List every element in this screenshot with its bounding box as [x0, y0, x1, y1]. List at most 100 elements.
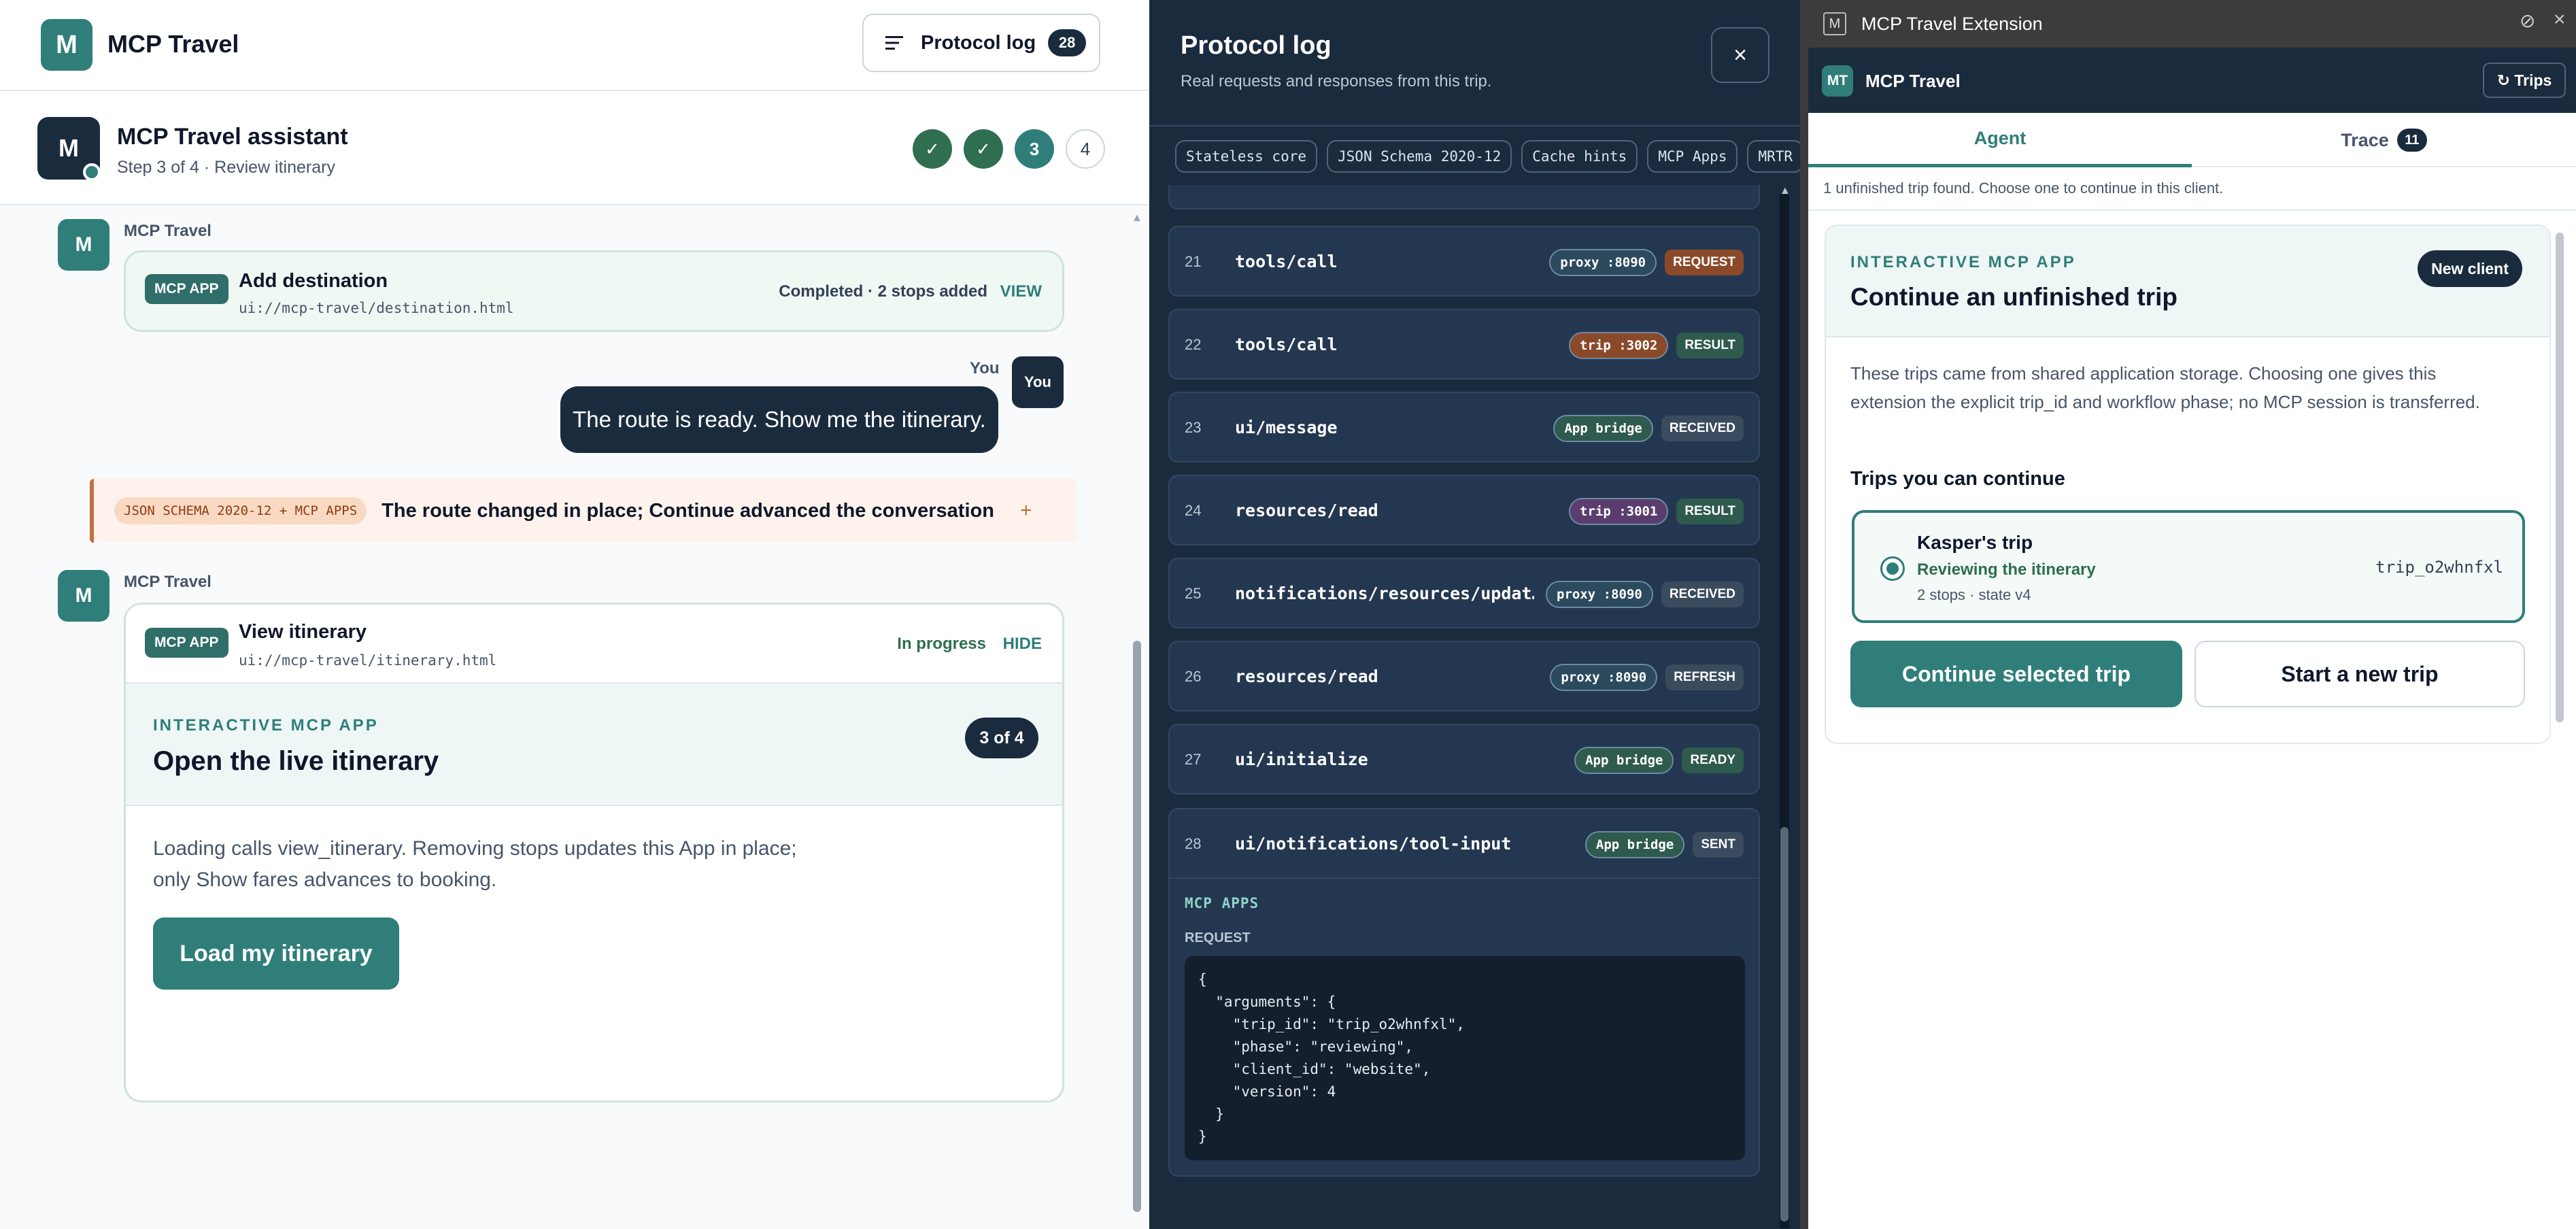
log-row[interactable]: 23 ui/message App bridge RECEIVED: [1168, 392, 1760, 462]
message-sender: MCP Travel: [124, 222, 211, 240]
feature-chips: Stateless core JSON Schema 2020-12 Cache…: [1175, 140, 1804, 173]
tab-agent[interactable]: Agent: [1808, 113, 2192, 167]
trip-id: trip_o2whnfxl: [2375, 558, 2503, 577]
trips-button[interactable]: ↻ Trips: [2483, 63, 2566, 98]
trip-radio[interactable]: [1880, 556, 1905, 581]
row-kind-tag: RECEIVED: [1661, 416, 1744, 441]
row-number: 24: [1185, 502, 1202, 519]
row-kind-tag: REFRESH: [1665, 664, 1744, 690]
detail-label: REQUEST: [1185, 930, 1251, 945]
log-row[interactable]: 22 tools/call trip :3002 RESULT: [1168, 309, 1760, 380]
trip-option-kasper[interactable]: Kasper's trip Reviewing the itinerary 2 …: [1852, 510, 2525, 623]
card-heading: Continue an unfinished trip: [1850, 283, 2177, 311]
row-number: 27: [1185, 751, 1202, 768]
continue-selected-trip-button[interactable]: Continue selected trip: [1850, 641, 2182, 707]
step-3-current: 3: [1015, 129, 1054, 169]
hide-button[interactable]: HIDE: [1003, 635, 1042, 654]
scrollbar-thumb[interactable]: [2556, 233, 2564, 722]
row-source-pill: proxy :8090: [1546, 581, 1653, 608]
list-icon: [885, 35, 906, 51]
row-source-pill: App bridge: [1584, 831, 1685, 858]
card-kicker: INTERACTIVE MCP APP: [1850, 253, 2076, 271]
close-icon[interactable]: ×: [2554, 8, 2566, 31]
log-row[interactable]: 27 ui/initialize App bridge READY: [1168, 724, 1760, 794]
app-card-status: In progress: [897, 635, 986, 653]
app-card-title: Add destination: [239, 270, 388, 292]
log-scrollbar[interactable]: [1780, 195, 1789, 1228]
app-logo: M: [41, 19, 92, 71]
scroll-up-icon[interactable]: ▲: [1132, 212, 1142, 224]
row-kind-tag: RECEIVED: [1661, 582, 1744, 607]
user-sender-label: You: [970, 359, 1000, 377]
scrollbar-thumb[interactable]: [1133, 641, 1141, 1212]
tab-trace[interactable]: Trace 11: [2192, 113, 2576, 167]
schema-note: JSON SCHEMA 2020-12 + MCP APPS The route…: [90, 479, 1076, 543]
protocol-log-button[interactable]: Protocol log 28: [862, 14, 1100, 72]
log-row[interactable]: 25 notifications/resources/updat… proxy :8…: [1168, 558, 1760, 628]
scroll-up-icon[interactable]: ▲: [1780, 185, 1791, 197]
message-sender: MCP Travel: [124, 573, 211, 591]
divider: [1149, 125, 1800, 127]
row-method: ui/initialize: [1235, 750, 1368, 769]
protocol-log-title: Protocol log: [1181, 31, 1332, 60]
step-1-done-icon: ✓: [913, 129, 952, 169]
tab-trace-label: Trace: [2341, 129, 2389, 150]
request-json-code: { "arguments": { "trip_id": "trip_o2whnf…: [1185, 956, 1745, 1160]
panel-edge: [1800, 0, 1808, 1229]
row-method: ui/notifications/tool-input: [1235, 834, 1512, 854]
start-new-trip-button[interactable]: Start a new trip: [2194, 641, 2525, 707]
online-status-dot: [83, 163, 101, 181]
extension-favicon-icon: M: [1823, 12, 1846, 35]
row-number: 25: [1185, 585, 1202, 602]
row-tags: proxy :8090 REQUEST: [1549, 249, 1744, 276]
row-kind-tag: RESULT: [1676, 333, 1744, 358]
row-method: tools/call: [1235, 252, 1338, 271]
close-icon[interactable]: ×: [1711, 27, 1769, 83]
row-tags: App bridge RECEIVED: [1553, 415, 1744, 442]
protocol-log-panel: Protocol log Real requests and responses…: [1149, 0, 1804, 1229]
log-row[interactable]: 28 ui/notifications/tool-input App bridge S…: [1168, 808, 1760, 879]
mcp-app-badge: MCP APP: [145, 274, 228, 304]
mcp-travel-avatar: M: [58, 219, 109, 271]
unpin-icon[interactable]: ⊘: [2520, 10, 2535, 32]
row-tags: trip :3002 RESULT: [1569, 332, 1744, 359]
app-card-status: Completed · 2 stops added: [779, 282, 987, 301]
row-source-pill: trip :3002: [1569, 332, 1669, 359]
chip-cache-hints: Cache hints: [1521, 140, 1638, 173]
row-source-pill: App bridge: [1553, 415, 1653, 442]
row-source-pill: App bridge: [1574, 747, 1674, 774]
extension-scrollbar[interactable]: [2555, 224, 2564, 744]
trip-name: Kasper's trip: [1917, 532, 2033, 553]
chip-mrtr: MRTR: [1747, 140, 1804, 173]
card-body: These trips came from shared application…: [1850, 363, 2480, 412]
load-itinerary-button[interactable]: Load my itinerary: [153, 917, 399, 990]
view-button[interactable]: VIEW: [1000, 282, 1042, 301]
schema-tag: JSON SCHEMA 2020-12 + MCP APPS: [114, 497, 367, 524]
app-header: M MCP Travel Protocol log 28: [0, 0, 1149, 91]
detail-section: MCP APPS: [1185, 895, 1259, 911]
extension-panel: M MCP Travel Extension ⊘ × MT MCP Travel…: [1800, 0, 2576, 1229]
app-body-text: Loading calls view_itinerary. Removing s…: [153, 837, 797, 891]
extension-titlebar: M MCP Travel Extension ⊘ ×: [1808, 0, 2576, 48]
row-method: ui/message: [1235, 418, 1338, 437]
row-tags: proxy :8090 REFRESH: [1550, 664, 1744, 691]
chat-panel: M MCP Travel Protocol log 28 M MCP Trave…: [0, 0, 1149, 1229]
scrollbar-thumb[interactable]: [1780, 827, 1789, 1222]
log-row-partial[interactable]: [1168, 185, 1760, 209]
extension-logo: MT: [1822, 65, 1853, 97]
row-number: 22: [1185, 336, 1202, 353]
row-tags: App bridge READY: [1574, 747, 1744, 774]
row-method: notifications/resources/updat…: [1235, 584, 1534, 603]
protocol-log-label: Protocol log: [921, 31, 1036, 54]
view-itinerary-app-card: MCP APP View itinerary ui://mcp-travel/i…: [124, 603, 1064, 1102]
assistant-header: M MCP Travel assistant Step 3 of 4 · Rev…: [0, 91, 1149, 205]
continue-trip-card: INTERACTIVE MCP APP Continue an unfinish…: [1825, 224, 2551, 744]
chat-scrollbar[interactable]: ▲: [1132, 212, 1142, 1226]
log-row[interactable]: 26 resources/read proxy :8090 REFRESH: [1168, 641, 1760, 711]
row-tags: proxy :8090 RECEIVED: [1546, 581, 1744, 608]
expand-note-plus-icon[interactable]: +: [1020, 499, 1032, 522]
log-row[interactable]: 24 resources/read trip :3001 RESULT: [1168, 475, 1760, 545]
log-row[interactable]: 21 tools/call proxy :8090 REQUEST: [1168, 226, 1760, 297]
step-4-pending: 4: [1066, 129, 1105, 169]
row-source-pill: trip :3001: [1569, 498, 1669, 525]
